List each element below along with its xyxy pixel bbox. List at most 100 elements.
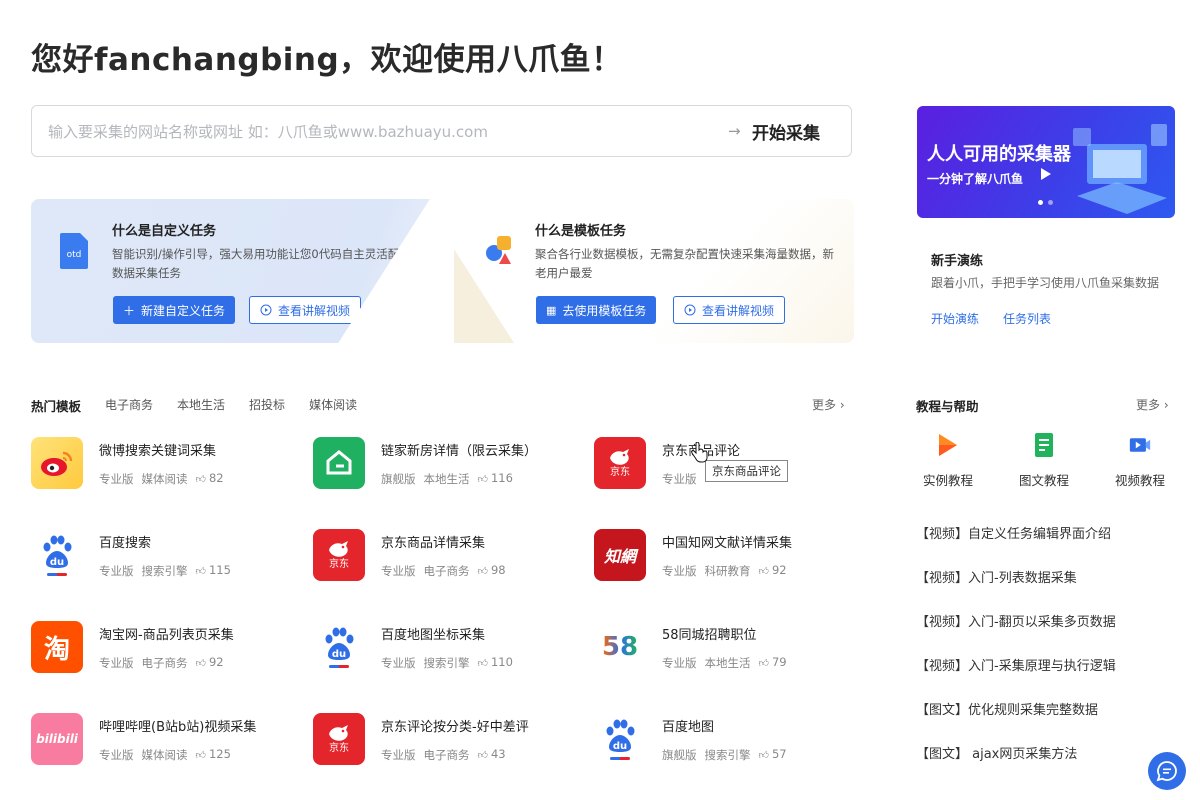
- template-item[interactable]: 链家新房详情（限云采集） 旗舰版 本地生活 👍︎ 116: [313, 437, 573, 491]
- page: 您好fanchangbing，欢迎使用八爪鱼！ → 开始采集 otd 什么是自定…: [0, 0, 1200, 800]
- likes-count: 👍︎ 98: [477, 563, 506, 577]
- likes-count: 👍︎ 110: [477, 655, 513, 669]
- help-cat-examples[interactable]: 实例教程: [916, 432, 980, 489]
- template-meta: 专业版 媒体阅读 👍︎ 125: [99, 747, 231, 763]
- template-task-desc: 聚合各行业数据模板，无需复杂配置快速采集海量数据，新老用户最爱: [535, 247, 834, 280]
- help-item[interactable]: 【视频】入门-采集原理与执行逻辑: [916, 658, 1116, 702]
- start-practice-link[interactable]: 开始演练: [931, 310, 979, 327]
- template-meta: 专业版 媒体阅读 👍︎ 82: [99, 471, 224, 487]
- template-item[interactable]: 58 58同城招聘职位 专业版 本地生活 👍︎ 79: [594, 621, 854, 675]
- template-task-title: 什么是模板任务: [535, 224, 627, 239]
- svg-text:otd: otd: [67, 250, 82, 260]
- help-cat-videos[interactable]: 视频教程: [1108, 432, 1172, 489]
- help-item[interactable]: 【图文】优化规则采集完整数据: [916, 702, 1116, 746]
- template-name: 百度地图: [662, 720, 715, 735]
- category-label: 媒体阅读: [141, 472, 188, 486]
- tooltip: 京东商品评论: [705, 460, 788, 482]
- edition-label: 专业版: [381, 564, 416, 578]
- template-item[interactable]: 淘 淘宝网-商品列表页采集 专业版 电子商务 👍︎ 92: [31, 621, 291, 675]
- help-cat-articles[interactable]: 图文教程: [1012, 432, 1076, 489]
- edition-label: 专业版: [381, 748, 416, 762]
- template-name: 58同城招聘职位: [662, 628, 757, 643]
- template-name: 百度地图坐标采集: [381, 628, 486, 643]
- carousel-dot[interactable]: [1038, 200, 1043, 205]
- start-collect-button[interactable]: 开始采集: [752, 119, 820, 144]
- tab-media[interactable]: 媒体阅读: [309, 396, 357, 415]
- likes-count: 👍︎ 125: [195, 747, 231, 761]
- template-name: 中国知网文献详情采集: [662, 536, 793, 551]
- chevron-right-icon: ›: [1160, 398, 1169, 412]
- edition-label: 专业版: [99, 748, 134, 762]
- help-categories: 实例教程 图文教程 视频教程: [916, 432, 1172, 489]
- template-item[interactable]: du 百度地图 旗舰版 搜索引擎 👍︎ 57: [594, 713, 854, 767]
- banner-subtitle: 一分钟了解八爪鱼: [927, 172, 1024, 186]
- custom-video-label: 查看讲解视频: [278, 303, 351, 318]
- help-more-link[interactable]: 更多 ›: [1136, 396, 1169, 413]
- template-meta: 专业版 电子商务 👍︎ 43: [381, 747, 506, 763]
- category-label: 媒体阅读: [141, 748, 188, 762]
- shapes-icon: [486, 236, 511, 264]
- carousel-dot[interactable]: [1048, 200, 1053, 205]
- template-item[interactable]: du 百度搜索 专业版 搜索引擎 👍︎ 115: [31, 529, 291, 583]
- tab-bidding[interactable]: 招投标: [249, 396, 285, 415]
- template-item[interactable]: bilibili 哔哩哔哩(B站b站)视频采集 专业版 媒体阅读 👍︎ 125: [31, 713, 291, 767]
- chat-button[interactable]: [1148, 752, 1186, 790]
- template-tabs: 热门模板 电子商务 本地生活 招投标 媒体阅读: [31, 396, 357, 415]
- jd-logo-icon: 京东: [313, 713, 365, 765]
- new-custom-task-button[interactable]: ＋ 新建自定义任务: [113, 296, 236, 324]
- tutorial-desc: 跟着小爪，手把手学习使用八爪鱼采集数据: [931, 276, 1160, 290]
- category-label: 搜索引擎: [141, 564, 188, 578]
- plus-icon: ＋: [123, 303, 136, 318]
- edition-label: 专业版: [99, 472, 134, 486]
- template-name: 链家新房详情（限云采集）: [381, 444, 538, 459]
- likes-count: 👍︎ 79: [758, 655, 787, 669]
- baidu-logo-icon: du: [31, 529, 83, 581]
- category-label: 电子商务: [141, 656, 188, 670]
- tab-ecommerce[interactable]: 电子商务: [105, 396, 153, 415]
- thumb-up-icon: 👍︎: [195, 566, 206, 577]
- greeting-title: 您好fanchangbing，欢迎使用八爪鱼！: [31, 42, 623, 78]
- template-item[interactable]: du 百度地图坐标采集 专业版 搜索引擎 👍︎ 110: [313, 621, 573, 675]
- template-item[interactable]: 京东 京东商品详情采集 专业版 电子商务 👍︎ 98: [313, 529, 573, 583]
- template-item[interactable]: 京东 京东评论按分类-好中差评 专业版 电子商务 👍︎ 43: [313, 713, 573, 767]
- task-list-link[interactable]: 任务列表: [1003, 310, 1051, 327]
- thumb-up-icon: 👍︎: [758, 566, 769, 577]
- use-template-button[interactable]: ▦ 去使用模板任务: [536, 296, 657, 324]
- template-item[interactable]: 知網 中国知网文献详情采集 专业版 科研教育 👍︎ 92: [594, 529, 854, 583]
- edition-label: 旗舰版: [381, 472, 416, 486]
- document-icon: [1035, 433, 1053, 457]
- custom-task-card: otd 什么是自定义任务 智能识别/操作引导，强大易用功能让您0代码自主灵活配置…: [31, 199, 430, 343]
- jd-logo-icon: 京东: [594, 437, 646, 489]
- tab-hot[interactable]: 热门模板: [31, 396, 81, 415]
- help-item[interactable]: 【视频】入门-翻页以采集多页数据: [916, 614, 1116, 658]
- more-label: 更多: [1136, 398, 1161, 412]
- search-input[interactable]: [48, 120, 688, 144]
- help-item[interactable]: 【图文】 ajax网页采集方法: [916, 746, 1116, 790]
- template-meta: 旗舰版 本地生活 👍︎ 116: [381, 471, 513, 487]
- computer-illustration-icon: [1073, 124, 1167, 214]
- template-video-button[interactable]: 查看讲解视频: [673, 296, 786, 324]
- templates-more-link[interactable]: 更多 ›: [812, 396, 845, 413]
- thumb-up-icon: 👍︎: [477, 750, 488, 761]
- edition-label: 专业版: [381, 656, 416, 670]
- help-title: 教程与帮助: [916, 399, 979, 414]
- likes-count: 👍︎ 82: [195, 471, 224, 485]
- carousel-dots: [1038, 200, 1053, 205]
- banner-title: 人人可用的采集器: [927, 144, 1071, 165]
- template-meta: 旗舰版 搜索引擎 👍︎ 57: [662, 747, 787, 763]
- custom-video-button[interactable]: 查看讲解视频: [249, 296, 362, 324]
- play-icon[interactable]: [1041, 168, 1051, 180]
- help-list: 【视频】自定义任务编辑界面介绍 【视频】入门-列表数据采集 【视频】入门-翻页以…: [916, 526, 1116, 790]
- likes-count: 👍︎ 57: [758, 747, 787, 761]
- help-item[interactable]: 【视频】入门-列表数据采集: [916, 570, 1116, 614]
- help-item[interactable]: 【视频】自定义任务编辑界面介绍: [916, 526, 1116, 570]
- arrow-right-icon: →: [728, 122, 741, 140]
- promo-banner[interactable]: 人人可用的采集器 一分钟了解八爪鱼: [917, 106, 1175, 218]
- template-item[interactable]: 微博搜索关键词采集 专业版 媒体阅读 👍︎ 82: [31, 437, 291, 491]
- edition-label: 旗舰版: [662, 748, 697, 762]
- template-name: 微博搜索关键词采集: [99, 444, 217, 459]
- thumb-up-icon: 👍︎: [477, 658, 488, 669]
- tab-local-life[interactable]: 本地生活: [177, 396, 225, 415]
- tutorial-links: 开始演练 任务列表: [931, 310, 1051, 327]
- category-label: 本地生活: [423, 472, 470, 486]
